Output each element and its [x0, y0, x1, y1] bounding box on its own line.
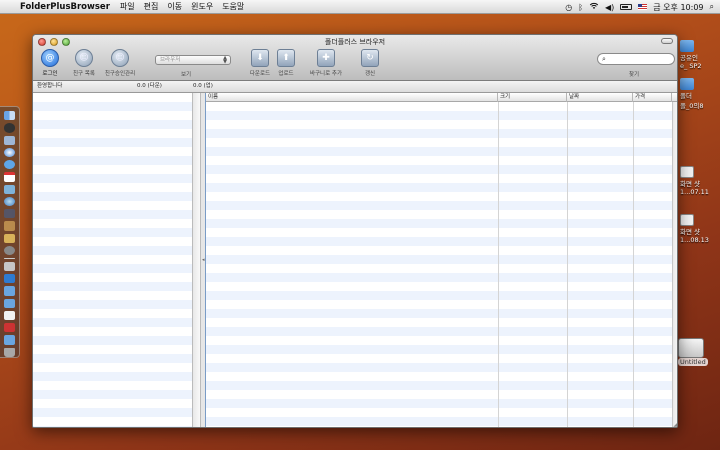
column-header-size[interactable]: 크기 [498, 93, 567, 102]
window-title: 폴더플러스 브라우저 [324, 38, 386, 46]
file-table: 이름 크기 날짜 가격 ◢ [206, 93, 677, 427]
menu-go[interactable]: 이동 [167, 1, 182, 12]
column-header-price[interactable]: 가격 [633, 93, 672, 102]
column-header-name[interactable]: 이름 [206, 93, 498, 102]
desktop-icon[interactable]: 공유인 e_ SP2 [680, 40, 702, 70]
folderplus-browser-window: 폴더플러스 브라우저 @ 로그인 ☺ 친구 목록 ☺ 친구승인관리 브라우저 ▲… [32, 34, 678, 428]
login-at-icon: @ [41, 49, 59, 67]
menu-help[interactable]: 도움말 [222, 1, 244, 12]
window-resize-grip-icon[interactable]: ◢ [673, 421, 677, 427]
friends-icon: ☺ [75, 49, 93, 67]
welcome-message: 환영합니다 [37, 83, 63, 89]
refresh-icon: ↻ [361, 49, 379, 67]
wifi-icon[interactable] [589, 2, 599, 12]
add-plus-icon: ✚ [317, 49, 335, 67]
dock-chat-icon[interactable] [4, 160, 15, 170]
desktop-icon-label: 폴_0의8 [680, 102, 704, 110]
folder-icon [680, 40, 694, 52]
dock-app-icon[interactable] [4, 274, 15, 284]
dock-system-icon[interactable] [4, 245, 15, 255]
toolbar-toggle-button[interactable] [661, 38, 673, 44]
refresh-button[interactable]: ↻ 갱신 [347, 49, 393, 77]
folder-list-scrollbar[interactable] [193, 93, 201, 427]
menu-bar: FolderPlusBrowser 파일 편집 이동 윈도우 도움말 ◷ ᛒ ◀… [0, 0, 720, 14]
dock [0, 106, 20, 358]
spotlight-search-icon[interactable]: ⌕ [710, 2, 714, 12]
folder-list-pane[interactable] [33, 93, 193, 427]
bluetooth-icon[interactable]: ᛒ [578, 3, 583, 12]
screenshot-file-icon [680, 214, 694, 226]
desktop-icon-label: 1...07.11 [680, 188, 709, 196]
desktop-icon-label: 공유인 [680, 54, 698, 62]
dock-app-icon[interactable] [4, 233, 15, 243]
friend-approval-icon: ☺ [111, 49, 129, 67]
dock-app-icon[interactable] [4, 261, 15, 272]
time-machine-icon[interactable]: ◷ [565, 3, 572, 12]
file-table-header: 이름 크기 날짜 가격 [206, 93, 677, 102]
desktop-icon[interactable]: 화면 샷 1...08.13 [680, 214, 709, 244]
desktop-icon-label: Untitled [678, 358, 708, 366]
dock-separator [4, 258, 15, 259]
desktop-icon[interactable]: 화면 샷 1...07.11 [680, 166, 709, 196]
friend-approval-button[interactable]: ☺ 친구승인관리 [97, 49, 143, 77]
desktop-icon[interactable]: Untitled [678, 338, 708, 366]
transfer-status-bar: 환영합니다 0.0 (다운) 0.0 (업) [33, 81, 677, 93]
menubar-clock[interactable]: 금 오후 10:09 [653, 2, 703, 13]
dock-itunes-icon[interactable] [4, 196, 15, 206]
menu-window[interactable]: 윈도우 [191, 1, 213, 12]
view-mode-select[interactable]: 브라우저 ▲ ▼ [155, 55, 231, 65]
desktop-icon-label: 1...08.13 [680, 236, 709, 244]
select-arrows-icon: ▲ ▼ [223, 55, 227, 65]
column-divider [498, 102, 499, 427]
dock-trash-icon[interactable] [4, 347, 15, 357]
dock-preview-icon[interactable] [4, 184, 15, 194]
dock-mail-icon[interactable] [4, 135, 15, 145]
desktop-icon-label: 폴더 [680, 92, 692, 100]
upload-size-readout: 0.0 (업) [193, 83, 213, 89]
input-source-flag-icon[interactable] [638, 4, 648, 10]
dock-photo-icon[interactable] [4, 221, 15, 231]
column-divider [633, 102, 634, 427]
search-icon: ⌕ [602, 55, 606, 63]
dock-folder-icon[interactable] [4, 335, 15, 345]
add-to-basket-label: 바구니로 추가 [309, 71, 343, 77]
search-label: 찾기 [629, 72, 640, 78]
folder-icon [680, 78, 694, 90]
column-divider [567, 102, 568, 427]
dock-folder-icon[interactable] [4, 286, 15, 296]
status-menus: ◷ ᛒ ◀) 금 오후 10:09 ⌕ [565, 0, 714, 14]
dock-app-icon[interactable] [4, 323, 15, 333]
window-toolbar: 폴더플러스 브라우저 @ 로그인 ☺ 친구 목록 ☺ 친구승인관리 브라우저 ▲… [33, 35, 677, 81]
view-mode-value: 브라우저 [160, 57, 181, 63]
menu-edit[interactable]: 편집 [144, 1, 159, 12]
view-label: 보기 [181, 72, 192, 78]
dock-dashboard-icon[interactable] [4, 123, 15, 133]
desktop-icon-label: 화면 샷 [680, 228, 701, 236]
disk-drive-icon [678, 338, 704, 358]
dock-pen-icon[interactable] [4, 209, 15, 219]
screenshot-file-icon [680, 166, 694, 178]
app-menu[interactable]: FolderPlusBrowser [20, 2, 110, 12]
desktop-icon-label: e_ SP2 [680, 62, 702, 70]
desktop-icon-label: 화면 샷 [680, 180, 701, 188]
dock-safari-icon[interactable] [4, 147, 15, 157]
battery-icon[interactable] [620, 4, 633, 10]
menu-file[interactable]: 파일 [120, 1, 135, 12]
desktop-icon[interactable]: 폴더 폴_0의8 [680, 78, 703, 110]
dock-calendar-icon[interactable] [4, 172, 15, 182]
add-to-basket-button[interactable]: ✚ 바구니로 추가 [303, 49, 349, 77]
friend-approval-label: 친구승인관리 [104, 71, 136, 77]
splitter-handle-icon[interactable]: ◂ [202, 257, 205, 263]
dock-document-icon[interactable] [4, 310, 15, 321]
file-table-body[interactable] [206, 102, 672, 427]
file-table-scrollbar[interactable] [672, 102, 677, 427]
volume-icon[interactable]: ◀) [605, 3, 614, 12]
dock-finder-icon[interactable] [4, 111, 15, 121]
dock-folder-icon[interactable] [4, 298, 15, 308]
download-size-readout: 0.0 (다운) [137, 83, 162, 89]
upload-arrow-icon: ⬆ [277, 49, 295, 67]
search-field[interactable]: ⌕ [597, 53, 675, 65]
column-header-date[interactable]: 날짜 [567, 93, 633, 102]
refresh-label: 갱신 [364, 71, 376, 77]
